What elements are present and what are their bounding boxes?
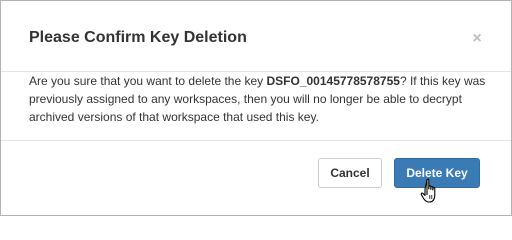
dialog-footer: Cancel Delete Key xyxy=(1,140,511,216)
close-icon[interactable]: × xyxy=(467,29,487,49)
dialog-title: Please Confirm Key Deletion xyxy=(29,29,247,46)
message-prefix: Are you sure that you want to delete the… xyxy=(29,74,267,88)
delete-key-button[interactable]: Delete Key xyxy=(394,158,480,188)
confirmation-message: Are you sure that you want to delete the… xyxy=(29,72,489,126)
dialog-body: Are you sure that you want to delete the… xyxy=(29,72,489,126)
dialog-header: Please Confirm Key Deletion × xyxy=(1,1,511,72)
cancel-button[interactable]: Cancel xyxy=(318,158,382,188)
confirm-delete-dialog: Please Confirm Key Deletion × Are you su… xyxy=(0,0,512,216)
key-name: DSFO_00145778578755 xyxy=(266,74,400,88)
